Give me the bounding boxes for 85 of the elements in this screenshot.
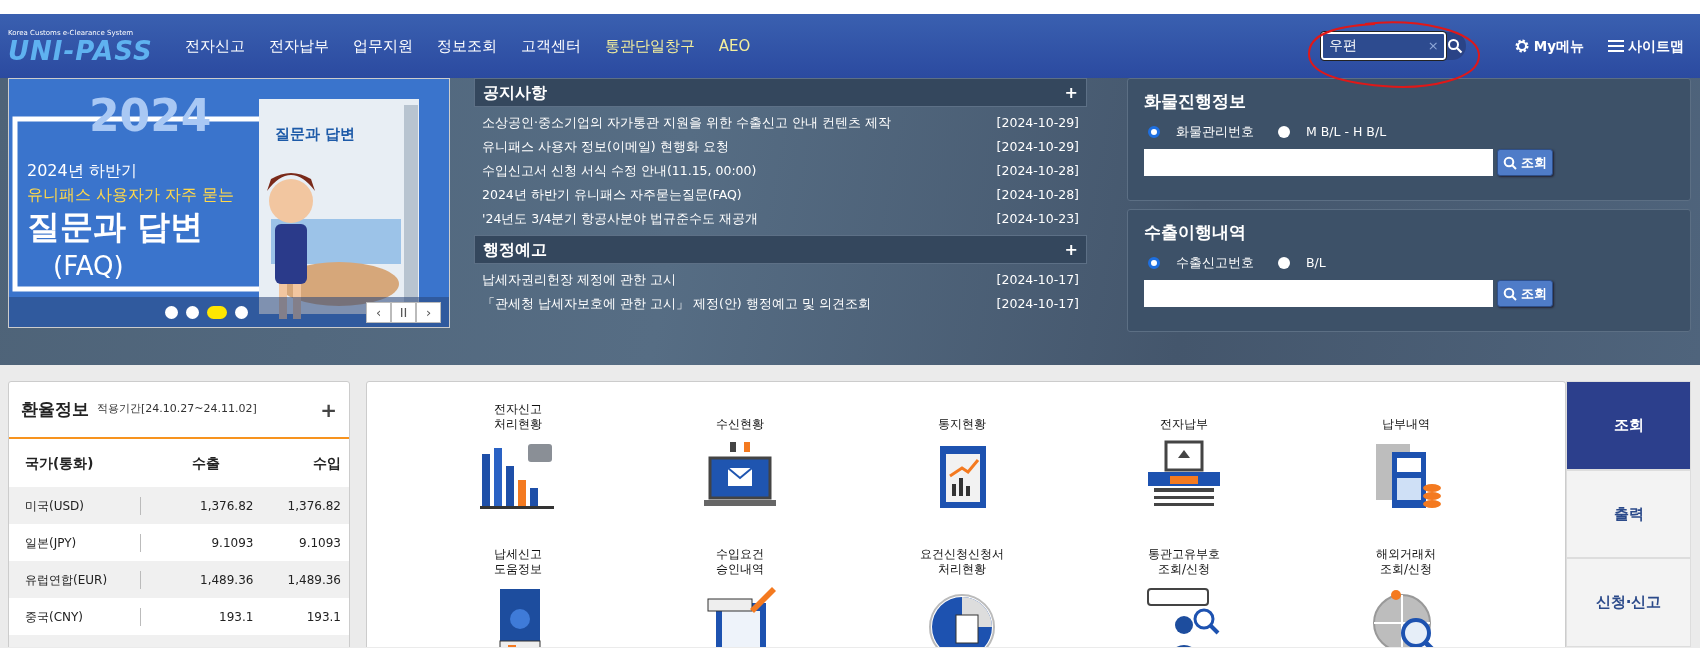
panel-title: 화물진행정보	[1144, 90, 1247, 113]
banner-caption: (FAQ)	[52, 249, 125, 283]
service-label[interactable]: 통지현황	[938, 398, 986, 432]
sitemap-link[interactable]: 사이트맵	[1628, 35, 1684, 57]
notice-date: [2024-10-17]	[996, 294, 1079, 313]
radio-button[interactable]	[1278, 125, 1290, 138]
service-label[interactable]: 요건신청신청서 처리현황	[920, 543, 1004, 577]
nav-link[interactable]: 전자납부	[268, 34, 329, 58]
prev-button[interactable]: ‹	[366, 301, 391, 323]
book-title: 질문과 답변	[275, 124, 356, 145]
service-label[interactable]: 납부내역	[1382, 398, 1430, 432]
service-label[interactable]: 수신현황	[716, 398, 764, 432]
notice-date: [2024-10-17]	[996, 270, 1079, 289]
more-button[interactable]: +	[320, 394, 337, 425]
table-cell: 일본(JPY)	[25, 533, 142, 552]
table-cell-text: 1,376.82	[286, 497, 341, 515]
gear-icon[interactable]	[1513, 38, 1530, 54]
panel-title: 수출이행내역	[1144, 221, 1247, 244]
radio-label: M B/L - H B/L	[1306, 122, 1387, 141]
nav-link[interactable]: 업무지원	[352, 34, 413, 58]
nav-link[interactable]: 통관단일창구	[604, 34, 695, 58]
section-title: 공지사항	[483, 81, 547, 104]
service-label[interactable]: 전자납부	[1160, 398, 1208, 432]
service-label[interactable]: 수입요건 승인내역	[716, 543, 764, 577]
table-cell-text: 1,489.36	[286, 571, 341, 589]
pause-button[interactable]: II	[391, 301, 416, 323]
notice-date: [2024-10-28]	[996, 161, 1079, 180]
service-label[interactable]: 납세신고 도움정보	[494, 543, 542, 577]
radio-button[interactable]	[1148, 125, 1160, 138]
table-cell: 미국(USD)	[25, 496, 142, 515]
service-label[interactable]: 해외거래처 조회/신청	[1376, 543, 1436, 577]
table-cell: 중국(CNY)	[25, 607, 142, 626]
search-button[interactable]: 조회	[1497, 280, 1553, 308]
nav-link[interactable]: AEO	[718, 34, 751, 58]
notice-link[interactable]: 「관세청 납세자보호에 관한 고시」 제정(안) 행정예고 및 의견조회	[482, 294, 871, 314]
more-button[interactable]: +	[1064, 237, 1078, 262]
service-label[interactable]: 통관고유부호 조회/신청	[1148, 543, 1220, 577]
table-cell: 유럽연합(EUR)	[25, 570, 142, 589]
notice-link[interactable]: 2024년 하반기 유니패스 자주묻는질문(FAQ)	[482, 185, 742, 205]
notice-link[interactable]: 납세자권리헌장 제정에 관한 고시	[482, 270, 676, 290]
table-cell-text: 193.1	[218, 608, 254, 626]
input-field[interactable]	[1144, 149, 1493, 177]
notice-link[interactable]: 유니패스 사용자 정보(이메일) 현행화 요청	[482, 137, 729, 157]
section-title: 행정예고	[483, 238, 547, 261]
banner-title: 질문과 답변	[27, 207, 205, 247]
table-cell-text: 1,489.36	[199, 571, 254, 589]
menu-icon[interactable]	[1608, 39, 1624, 53]
notice-link[interactable]: '24년도 3/4분기 항공사분야 법규준수도 재공개	[482, 209, 759, 229]
radio-button[interactable]	[1278, 256, 1290, 269]
period-text: 적용기간[24.10.27~24.11.02]	[97, 401, 257, 418]
nav-link[interactable]: 정보조회	[436, 34, 497, 58]
table-cell-text: 9.1093	[298, 534, 341, 552]
radio-label: 수출신고번호	[1176, 253, 1254, 272]
notice-date: [2024-10-29]	[996, 137, 1079, 156]
more-button[interactable]: +	[1064, 80, 1078, 105]
table-cell-text: 193.1	[305, 608, 341, 626]
nav-link[interactable]: 고객센터	[520, 34, 581, 58]
side-tab[interactable]: 조회	[1566, 381, 1691, 470]
service-label[interactable]: 전자신고 처리현황	[494, 398, 542, 432]
notice-link[interactable]: 소상공인·중소기업의 자가통관 지원을 위한 수출신고 안내 컨텐츠 제작	[482, 113, 891, 133]
table-cell-text: 9.1093	[210, 534, 254, 552]
notice-date: [2024-10-29]	[996, 113, 1079, 132]
search-field[interactable]: 우편 ×	[1320, 32, 1466, 60]
side-tab[interactable]: 출력	[1566, 469, 1691, 559]
next-button[interactable]: ›	[416, 301, 441, 323]
input-field[interactable]	[1144, 280, 1493, 308]
my-menu-link[interactable]: My메뉴	[1533, 35, 1584, 57]
banner-subtitle: 유니패스 사용자가 자주 묻는	[27, 184, 235, 206]
clear-icon[interactable]: ×	[1427, 36, 1439, 56]
side-tab[interactable]: 신청·신고	[1566, 558, 1691, 647]
column-header: 수출	[190, 453, 221, 473]
banner-subtitle: 2024년 하반기	[27, 160, 138, 182]
column-header: 국가(통화)	[25, 453, 95, 473]
search-icon[interactable]	[1446, 38, 1463, 54]
notice-link[interactable]: 수입신고서 신청 서식 수정 안내(11.15, 00:00)	[482, 161, 757, 181]
section-title: 환율정보	[21, 397, 89, 421]
notice-date: [2024-10-23]	[996, 209, 1079, 228]
radio-button[interactable]	[1148, 256, 1160, 269]
column-header: 수입	[312, 453, 341, 473]
search-button[interactable]: 조회	[1497, 149, 1553, 177]
radio-label: 화물관리번호	[1176, 122, 1254, 141]
radio-label: B/L	[1306, 253, 1326, 272]
notice-date: [2024-10-28]	[996, 185, 1079, 204]
nav-link[interactable]: 전자신고	[184, 34, 245, 58]
table-cell-text: 1,376.82	[199, 497, 254, 515]
